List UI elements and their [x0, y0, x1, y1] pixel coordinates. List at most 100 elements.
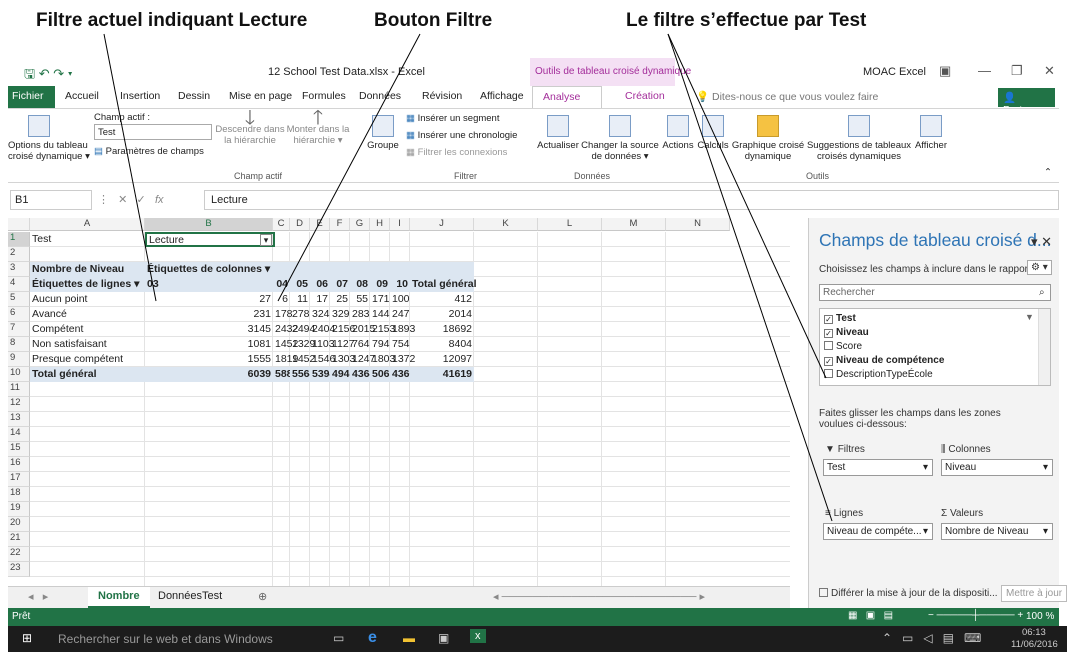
- pivot-value-cell[interactable]: 283: [350, 307, 370, 322]
- pivot-value-cell[interactable]: 17: [310, 292, 330, 307]
- pane-tools-icon[interactable]: ⚙ ▾: [1027, 260, 1052, 275]
- collapse-ribbon-icon[interactable]: ⌃: [1044, 167, 1052, 178]
- account-name[interactable]: MOAC Excel: [863, 66, 926, 78]
- spreadsheet-grid[interactable]: A B C D E F G H I J K L M N 1 2 3 4 5 6 7 8 9 10 11 12 13 14 15 16 17 1…: [8, 218, 790, 588]
- share-button[interactable]: 👤 Partager: [998, 88, 1055, 116]
- minimize-icon[interactable]: —: [978, 63, 991, 78]
- row-header[interactable]: 12: [8, 397, 30, 412]
- windows-start-icon[interactable]: ⊞: [22, 631, 32, 645]
- column-header[interactable]: E: [310, 218, 330, 231]
- row-header[interactable]: 8: [8, 337, 30, 352]
- pivot-value-cell[interactable]: 764: [350, 337, 370, 352]
- pivot-value-cell[interactable]: 100: [390, 292, 410, 307]
- pivot-value-cell[interactable]: 2014: [410, 307, 474, 322]
- pivot-value-cell[interactable]: 231: [145, 307, 273, 322]
- sheet-tab-donneestest[interactable]: DonnéesTest: [148, 587, 232, 608]
- row-header[interactable]: 1: [8, 232, 30, 247]
- pivot-row-label[interactable]: Presque compétent: [30, 352, 145, 367]
- pivot-column-header[interactable]: 05: [290, 277, 310, 292]
- pivot-grand-total-value[interactable]: 5394: [310, 367, 335, 382]
- rows-field-dropdown[interactable]: Niveau de compéte... ▾: [823, 523, 933, 540]
- filter-value-cell[interactable]: Lecture ▾: [145, 232, 275, 247]
- pivot-grand-total-value[interactable]: 5065: [370, 367, 395, 382]
- recommended-pivots-button[interactable]: Suggestions de tableaux croisés dynamique…: [804, 115, 914, 162]
- system-tray-icons[interactable]: ⌃ ▭ ◁ ▤ ⌨: [882, 631, 981, 645]
- pivot-value-cell[interactable]: 247: [390, 307, 410, 322]
- filters-field-dropdown[interactable]: Test ▾: [823, 459, 933, 476]
- active-field-input[interactable]: Test: [94, 124, 212, 140]
- pivot-column-header[interactable]: 07: [330, 277, 350, 292]
- pivot-value-cell[interactable]: 1081: [145, 337, 273, 352]
- field-settings-button[interactable]: ▤ Paramètres de champs: [94, 146, 204, 157]
- calculations-button[interactable]: Calculs: [695, 115, 731, 151]
- row-header[interactable]: 16: [8, 457, 30, 472]
- pivot-value-cell[interactable]: 6: [273, 292, 290, 307]
- column-header[interactable]: M: [602, 218, 666, 231]
- pivot-column-header[interactable]: 09: [370, 277, 390, 292]
- close-icon[interactable]: ✕: [1044, 63, 1055, 79]
- pivot-value-cell[interactable]: 1329: [290, 337, 315, 352]
- field-list-scrollbar[interactable]: [1038, 309, 1050, 385]
- pivot-header-fill[interactable]: [290, 262, 310, 277]
- name-box[interactable]: B1: [10, 190, 92, 210]
- pivot-value-cell[interactable]: 8404: [410, 337, 474, 352]
- pivot-column-header[interactable]: 08: [350, 277, 370, 292]
- row-header[interactable]: 9: [8, 352, 30, 367]
- pivot-value-cell[interactable]: 278: [290, 307, 310, 322]
- actions-button[interactable]: Actions: [658, 115, 698, 151]
- formula-input[interactable]: Lecture: [204, 190, 1059, 210]
- quick-access-toolbar[interactable]: 🖫 ↶ ↷ ▾: [24, 65, 73, 87]
- pivot-column-labels[interactable]: Étiquettes de colonnes ▾: [145, 262, 273, 277]
- group-button[interactable]: Groupe: [365, 115, 401, 151]
- pivot-options-button[interactable]: Options du tableau croisé dynamique ▾: [8, 115, 90, 162]
- pivot-header-fill[interactable]: [350, 262, 370, 277]
- pivot-grand-total-value[interactable]: 5564: [290, 367, 315, 382]
- column-header[interactable]: K: [474, 218, 538, 231]
- pivot-grand-total-value[interactable]: 4364: [350, 367, 375, 382]
- row-header[interactable]: 2: [8, 247, 30, 262]
- pivot-value-cell[interactable]: 794: [370, 337, 390, 352]
- tab-page-layout[interactable]: Mise en page: [229, 90, 292, 102]
- pivot-value-cell[interactable]: 1127: [330, 337, 355, 352]
- row-header[interactable]: 4: [8, 277, 30, 292]
- pivot-value-cell[interactable]: 1452: [273, 337, 298, 352]
- row-header[interactable]: 23: [8, 562, 30, 577]
- field-search-input[interactable]: Rechercher: [819, 284, 1051, 301]
- pivot-column-header[interactable]: 04: [273, 277, 290, 292]
- explorer-icon[interactable]: ▬: [403, 631, 415, 645]
- row-header[interactable]: 21: [8, 532, 30, 547]
- pivot-value-cell[interactable]: 324: [310, 307, 330, 322]
- tab-analyze[interactable]: Analyse: [532, 86, 602, 110]
- pivot-value-cell[interactable]: 1893: [390, 322, 415, 337]
- pivot-value-cell[interactable]: 329: [330, 307, 350, 322]
- pivot-value-cell[interactable]: 1303: [330, 352, 355, 367]
- tab-design[interactable]: Création: [625, 90, 665, 102]
- row-header[interactable]: 15: [8, 442, 30, 457]
- row-header[interactable]: 17: [8, 472, 30, 487]
- pivot-value-cell[interactable]: 144: [370, 307, 390, 322]
- column-header[interactable]: L: [538, 218, 602, 231]
- tab-data[interactable]: Données: [359, 90, 401, 102]
- row-header[interactable]: 20: [8, 517, 30, 532]
- horizontal-scrollbar[interactable]: ◂ ───────────────────────── ▸: [483, 587, 783, 608]
- excel-taskbar-icon[interactable]: x: [470, 629, 486, 643]
- column-header[interactable]: N: [666, 218, 730, 231]
- row-header[interactable]: 3: [8, 262, 30, 277]
- pivot-value-cell[interactable]: 754: [390, 337, 410, 352]
- edge-icon[interactable]: e: [368, 629, 377, 647]
- pivot-value-cell[interactable]: 1555: [145, 352, 273, 367]
- field-list-item[interactable]: ✓ Test: [824, 313, 856, 324]
- tab-insert[interactable]: Insertion: [120, 90, 160, 102]
- zoom-slider[interactable]: − ─────┼───── +: [928, 610, 1023, 621]
- row-header[interactable]: 18: [8, 487, 30, 502]
- column-header[interactable]: J: [410, 218, 474, 231]
- pivot-value-cell[interactable]: 171: [370, 292, 390, 307]
- pivot-chart-button[interactable]: Graphique croisé dynamique: [728, 115, 808, 162]
- row-header[interactable]: 7: [8, 322, 30, 337]
- row-header[interactable]: 14: [8, 427, 30, 442]
- pivot-grand-total-value[interactable]: 4940: [330, 367, 355, 382]
- field-list-item[interactable]: DescriptionTypeÉcole: [824, 369, 933, 380]
- row-header[interactable]: 6: [8, 307, 30, 322]
- pivot-row-label[interactable]: Compétent: [30, 322, 145, 337]
- column-header[interactable]: B: [145, 218, 273, 231]
